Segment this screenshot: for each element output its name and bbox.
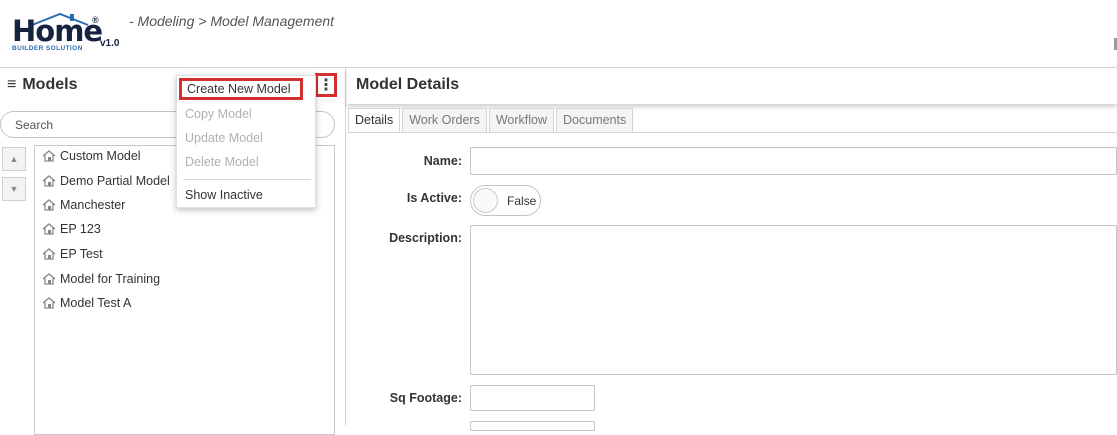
house-icon [42, 297, 56, 309]
list-item-label: Model Test A [60, 296, 132, 310]
delete-model-menu-item: Delete Model [185, 155, 259, 169]
logo-registered-mark: ® [92, 15, 99, 25]
list-item-label: Custom Model [60, 149, 141, 163]
update-model-menu-item: Update Model [185, 131, 263, 145]
tab-workflow[interactable]: Workflow [488, 108, 555, 133]
arrow-down-icon: ▼ [9, 184, 19, 194]
description-label: Description: [389, 231, 462, 245]
model-details-title: Model Details [356, 76, 460, 93]
more-options-icon[interactable]: ⋮ [315, 73, 337, 97]
app-header: Home ® BUILDER SOLUTION v1.0 - Modeling … [0, 0, 1117, 68]
toggle-knob [473, 188, 498, 213]
house-icon [42, 248, 56, 260]
model-details-header: Model Details [347, 68, 1117, 104]
name-field[interactable] [470, 147, 1117, 175]
tab-work-orders[interactable]: Work Orders [402, 108, 487, 133]
list-item[interactable]: EP Test [42, 244, 103, 264]
logo-version: v1.0 [100, 38, 120, 49]
home-builder-logo[interactable]: Home ® BUILDER SOLUTION v1.0 [12, 12, 132, 56]
is-active-label: Is Active: [406, 191, 462, 205]
house-icon [42, 273, 56, 285]
tab-documents[interactable]: Documents [556, 108, 634, 133]
show-inactive-menu-item[interactable]: Show Inactive [177, 184, 315, 206]
next-field[interactable] [470, 421, 595, 431]
list-item[interactable]: Demo Partial Model [42, 171, 170, 191]
move-up-button[interactable]: ▲ [2, 147, 26, 171]
move-down-button[interactable]: ▼ [2, 177, 26, 201]
name-label: Name: [423, 154, 462, 168]
list-item-label: Manchester [60, 198, 126, 212]
list-item-label: Model for Training [60, 272, 161, 286]
models-panel-title: ≡ Models [7, 76, 77, 94]
list-item-label: EP Test [60, 247, 103, 261]
hamburger-icon[interactable]: ≡ [7, 76, 16, 93]
is-active-toggle[interactable]: False [470, 185, 541, 216]
copy-model-menu-item: Copy Model [185, 107, 252, 121]
list-item-label: Demo Partial Model [60, 174, 170, 188]
tab-details[interactable]: Details [348, 108, 401, 133]
list-item[interactable]: Custom Model [42, 146, 141, 166]
list-item[interactable]: Model Test A [42, 293, 131, 313]
description-field[interactable] [470, 225, 1117, 375]
arrow-up-icon: ▲ [9, 154, 19, 164]
house-icon [42, 199, 56, 211]
list-item[interactable]: Manchester [42, 195, 125, 215]
logo-subtitle: BUILDER SOLUTION [12, 45, 83, 52]
house-icon [42, 175, 56, 187]
details-tabs: Details Work Orders Workflow Documents [348, 108, 635, 133]
menu-divider [183, 179, 311, 180]
create-new-model-menu-item[interactable]: Create New Model [179, 78, 303, 100]
sq-footage-field[interactable] [470, 385, 595, 411]
list-item[interactable]: EP 123 [42, 219, 101, 239]
house-icon [42, 223, 56, 235]
house-icon [42, 150, 56, 162]
breadcrumb: - Modeling > Model Management [129, 13, 335, 29]
is-active-value: False [507, 194, 537, 208]
logo-word: Home [12, 14, 103, 48]
tabs-divider [347, 132, 1117, 133]
models-title-text: Models [22, 76, 78, 93]
list-item-label: EP 123 [60, 222, 101, 236]
models-context-menu: Create New Model Copy Model Update Model… [176, 75, 316, 208]
sq-footage-label: Sq Footage: [389, 391, 462, 405]
list-item[interactable]: Model for Training [42, 269, 160, 289]
